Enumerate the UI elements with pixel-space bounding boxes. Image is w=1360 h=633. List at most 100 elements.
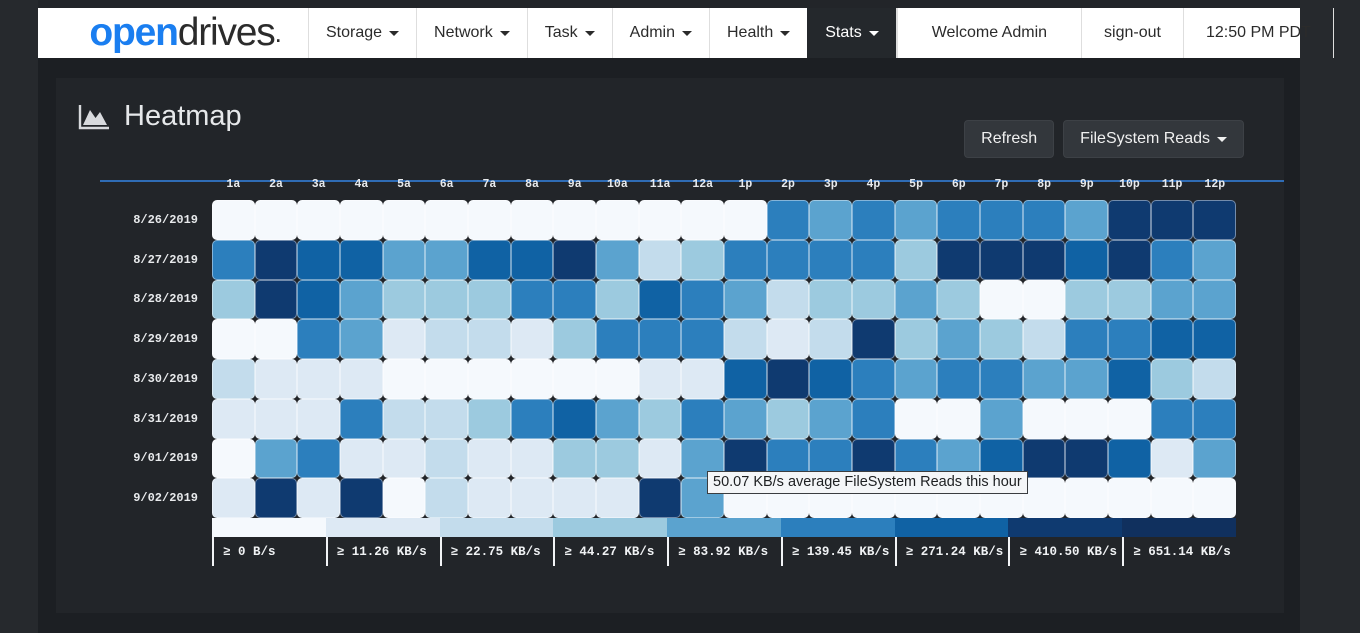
heatmap-cell[interactable] [553,239,596,280]
heatmap-cell[interactable] [937,319,980,359]
nav-item-health[interactable]: Health [709,8,807,58]
heatmap-cell[interactable] [766,200,810,240]
heatmap-cell[interactable] [638,438,682,479]
heatmap-cell[interactable] [254,239,298,280]
heatmap-cell[interactable] [681,319,724,359]
heatmap-cell[interactable] [766,279,810,320]
heatmap-cell[interactable] [980,359,1023,399]
heatmap-cell[interactable] [894,200,938,240]
heatmap-cell[interactable] [425,239,468,280]
heatmap-cell[interactable] [382,438,426,479]
heatmap-cell[interactable] [254,359,298,399]
heatmap-cell[interactable] [468,279,511,320]
heatmap-cell[interactable] [425,319,468,359]
heatmap-cell[interactable] [638,398,682,439]
heatmap-cell[interactable] [1108,279,1151,320]
heatmap-cell[interactable] [894,398,938,439]
heatmap-cell[interactable] [553,438,596,479]
heatmap-cell[interactable] [809,200,852,240]
heatmap-cell[interactable] [425,200,468,240]
heatmap-cell[interactable] [809,398,852,439]
heatmap-cell[interactable] [212,478,255,518]
heatmap-cell[interactable] [297,239,340,280]
heatmap-cell[interactable] [681,359,724,399]
heatmap-cell[interactable] [724,319,767,359]
heatmap-cell[interactable] [382,200,426,240]
heatmap-cell[interactable] [638,319,682,359]
heatmap-cell[interactable] [766,398,810,439]
heatmap-cell[interactable] [1022,478,1066,518]
heatmap-cell[interactable] [1150,279,1194,320]
heatmap-cell[interactable] [1150,319,1194,359]
heatmap-cell[interactable] [468,438,511,479]
heatmap-cell[interactable] [1022,398,1066,439]
heatmap-cell[interactable] [724,398,767,439]
heatmap-cell[interactable] [510,239,554,280]
heatmap-cell[interactable] [724,239,767,280]
heatmap-cell[interactable] [1193,359,1236,399]
heatmap-cell[interactable] [937,279,980,320]
heatmap-cell[interactable] [1193,319,1236,359]
heatmap-cell[interactable] [510,398,554,439]
heatmap-cell[interactable] [724,200,767,240]
heatmap-cell[interactable] [937,200,980,240]
nav-item-admin[interactable]: Admin [611,8,709,58]
heatmap-cell[interactable] [297,319,340,359]
heatmap-cell[interactable] [425,359,468,399]
heatmap-cell[interactable] [553,279,596,320]
heatmap-cell[interactable] [766,319,810,359]
heatmap-cell[interactable] [1065,200,1108,240]
heatmap-cell[interactable] [297,478,340,518]
heatmap-cell[interactable] [340,319,383,359]
opendrives-logo[interactable]: open drives. [38,8,308,58]
heatmap-cell[interactable] [297,398,340,439]
heatmap-cell[interactable] [1022,239,1066,280]
heatmap-cell[interactable] [254,279,298,320]
heatmap-cell[interactable] [468,200,511,240]
heatmap-cell[interactable] [1193,239,1236,280]
heatmap-cell[interactable] [297,438,340,479]
heatmap-cell[interactable] [212,239,255,280]
heatmap-cell[interactable] [297,200,340,240]
heatmap-cell[interactable] [681,200,724,240]
heatmap-cell[interactable] [1065,438,1108,479]
heatmap-cell[interactable] [1150,478,1194,518]
heatmap-cell[interactable] [1022,359,1066,399]
heatmap-cell[interactable] [852,279,895,320]
heatmap-cell[interactable] [766,239,810,280]
heatmap-cell[interactable] [638,279,682,320]
heatmap-cell[interactable] [1065,478,1108,518]
heatmap-cell[interactable] [937,359,980,399]
heatmap-cell[interactable] [254,478,298,518]
heatmap-cell[interactable] [894,319,938,359]
heatmap-cell[interactable] [894,239,938,280]
heatmap-cell[interactable] [894,359,938,399]
heatmap-cell[interactable] [382,239,426,280]
heatmap-cell[interactable] [681,279,724,320]
heatmap-cell[interactable] [212,359,255,399]
heatmap-cell[interactable] [1108,359,1151,399]
heatmap-cell[interactable] [382,319,426,359]
heatmap-cell[interactable] [596,279,639,320]
heatmap-cell[interactable] [638,200,682,240]
heatmap-cell[interactable] [809,359,852,399]
heatmap-cell[interactable] [1108,438,1151,479]
heatmap-cell[interactable] [1065,319,1108,359]
heatmap-cell[interactable] [809,319,852,359]
heatmap-cell[interactable] [596,438,639,479]
heatmap-cell[interactable] [340,239,383,280]
heatmap-cell[interactable] [510,200,554,240]
heatmap-cell[interactable] [1193,438,1236,479]
heatmap-cell[interactable] [1108,239,1151,280]
heatmap-cell[interactable] [596,359,639,399]
heatmap-cell[interactable] [980,398,1023,439]
heatmap-cell[interactable] [852,359,895,399]
heatmap-cell[interactable] [766,359,810,399]
heatmap-cell[interactable] [1065,398,1108,439]
nav-item-task[interactable]: Task [526,8,612,58]
heatmap-cell[interactable] [425,438,468,479]
heatmap-cell[interactable] [382,359,426,399]
heatmap-cell[interactable] [1150,239,1194,280]
heatmap-cell[interactable] [638,239,682,280]
heatmap-cell[interactable] [382,398,426,439]
